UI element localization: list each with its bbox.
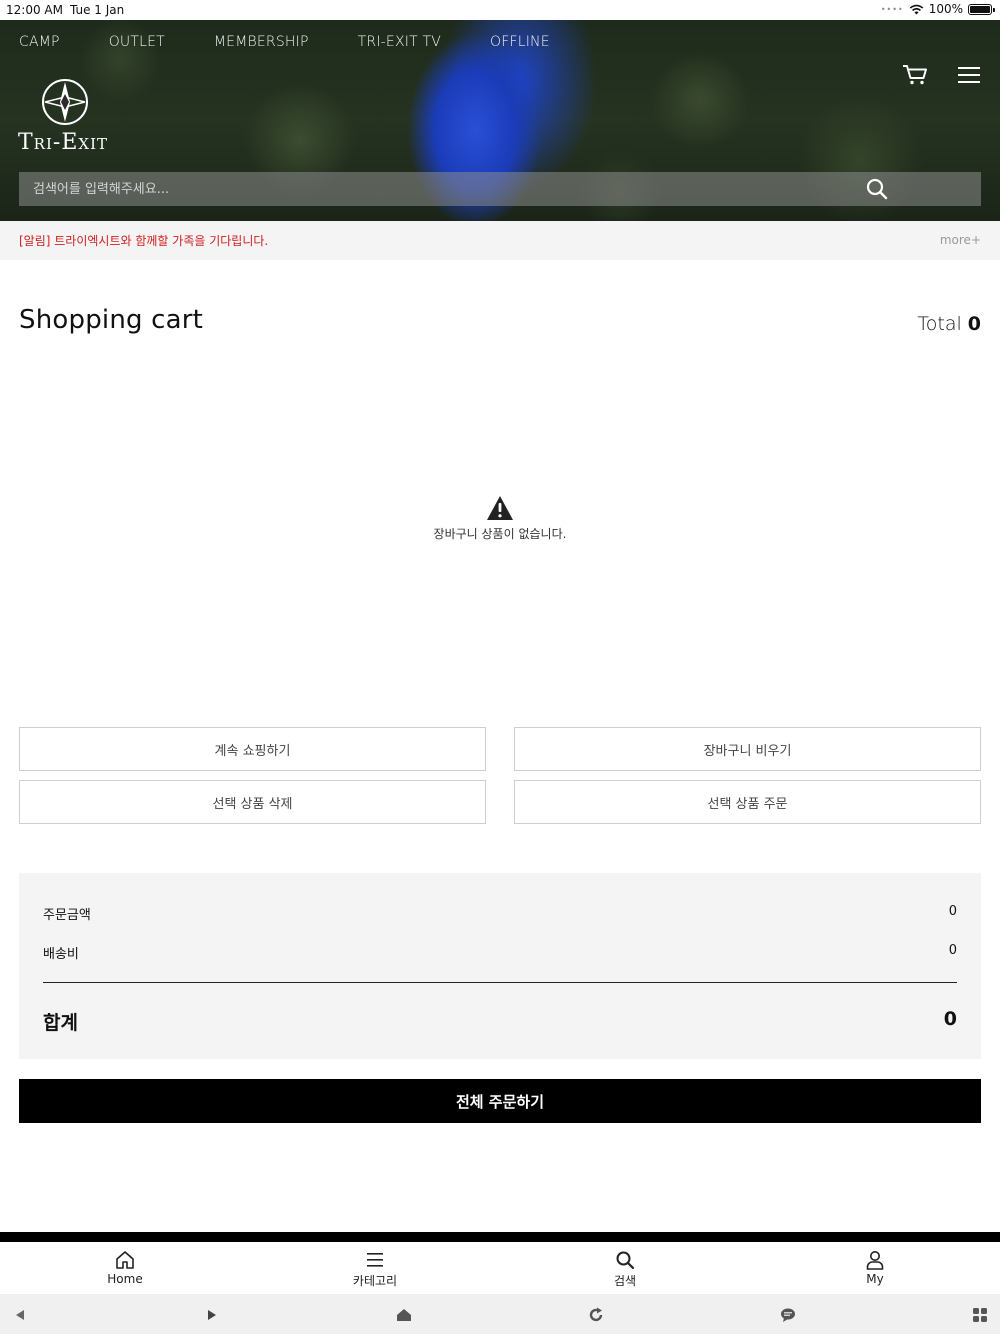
tab-category-label: 카테고리 [352, 1274, 398, 1288]
order-amount-row: 주문금액 0 [43, 904, 957, 923]
empty-cart-state: 장바구니 상품이 없습니다. [0, 495, 1000, 542]
nav-item-camp[interactable]: CAMP [19, 34, 60, 50]
header-banner: CAMP OUTLET MEMBERSHIP TRI-EXIT TV OFFLI… [0, 20, 1000, 221]
tab-home-label: Home [107, 1272, 143, 1286]
status-right: •••• 100% [880, 2, 995, 16]
search-input[interactable] [19, 172, 919, 206]
nav-item-membership[interactable]: MEMBERSHIP [214, 34, 309, 50]
shipping-label: 배송비 [43, 947, 79, 962]
order-selected-button[interactable]: 선택 상품 주문 [514, 780, 981, 824]
refresh-icon[interactable] [587, 1306, 605, 1324]
wifi-icon [909, 4, 923, 14]
warning-icon [487, 496, 513, 520]
order-amount-value: 0 [948, 904, 957, 919]
total-count: 0 [967, 313, 981, 335]
signal-dots: •••• [880, 4, 904, 14]
grand-total-row: 합계 0 [43, 1008, 957, 1035]
grand-total-label: 합계 [43, 1012, 78, 1034]
category-menu-icon [367, 1253, 383, 1267]
cart-total: Total 0 [917, 313, 981, 335]
browser-toolbar [0, 1294, 1000, 1334]
order-amount-label: 주문금액 [43, 908, 91, 923]
notice-text[interactable]: [알림] 트라이엑시트와 함께할 가족을 기다립니다. [19, 232, 268, 249]
menu-icon[interactable] [958, 66, 980, 84]
top-nav: CAMP OUTLET MEMBERSHIP TRI-EXIT TV OFFLI… [19, 34, 599, 50]
battery-percent: 100% [928, 2, 963, 16]
nav-item-offline[interactable]: OFFLINE [490, 34, 550, 50]
empty-cart-button[interactable]: 장바구니 비우기 [514, 727, 981, 771]
cart-icon[interactable] [902, 64, 928, 86]
footer-strip [0, 1232, 1000, 1242]
tab-my-label: My [866, 1272, 884, 1286]
search-bar [19, 172, 981, 206]
shipping-value: 0 [948, 943, 957, 958]
tab-search[interactable]: 검색 [565, 1250, 685, 1289]
forward-icon[interactable] [203, 1306, 221, 1324]
search-tab-icon [616, 1251, 635, 1270]
user-icon [866, 1251, 884, 1270]
logo-text: Tri-Exit [18, 130, 108, 155]
battery-icon [968, 3, 995, 15]
page-title: Shopping cart [19, 305, 204, 335]
order-summary: 주문금액 0 배송비 0 합계 0 [19, 873, 981, 1059]
notice-bar: [알림] 트라이엑시트와 함께할 가족을 기다립니다. more+ [0, 221, 1000, 260]
compass-logo-icon [42, 79, 88, 125]
bottom-tab-bar: Home 카테고리 검색 My [0, 1242, 1000, 1294]
back-icon[interactable] [11, 1306, 29, 1324]
order-all-button[interactable]: 전체 주문하기 [19, 1079, 981, 1123]
grand-total-value: 0 [943, 1008, 957, 1030]
summary-divider [43, 982, 957, 983]
status-time: 12:00 AM [6, 3, 63, 17]
shipping-row: 배송비 0 [43, 943, 957, 962]
tab-my[interactable]: My [815, 1250, 935, 1286]
tab-search-label: 검색 [613, 1274, 637, 1288]
delete-selected-button[interactable]: 선택 상품 삭제 [19, 780, 486, 824]
nav-item-tv[interactable]: TRI-EXIT TV [358, 34, 441, 50]
status-date: Tue 1 Jan [70, 3, 125, 17]
search-icon[interactable] [866, 178, 888, 200]
browser-home-icon[interactable] [395, 1306, 413, 1324]
empty-cart-message: 장바구니 상품이 없습니다. [433, 527, 567, 541]
chat-icon[interactable] [779, 1306, 797, 1324]
nav-item-outlet[interactable]: OUTLET [109, 34, 165, 50]
status-bar: 12:00 AM Tue 1 Jan •••• 100% [0, 0, 1000, 20]
home-icon [116, 1251, 134, 1269]
apps-icon[interactable] [971, 1306, 989, 1324]
continue-shopping-button[interactable]: 계속 쇼핑하기 [19, 727, 486, 771]
notice-more-link[interactable]: more+ [940, 233, 981, 247]
total-label: Total [917, 313, 962, 335]
tab-category[interactable]: 카테고리 [315, 1250, 435, 1289]
tab-home[interactable]: Home [65, 1250, 185, 1286]
